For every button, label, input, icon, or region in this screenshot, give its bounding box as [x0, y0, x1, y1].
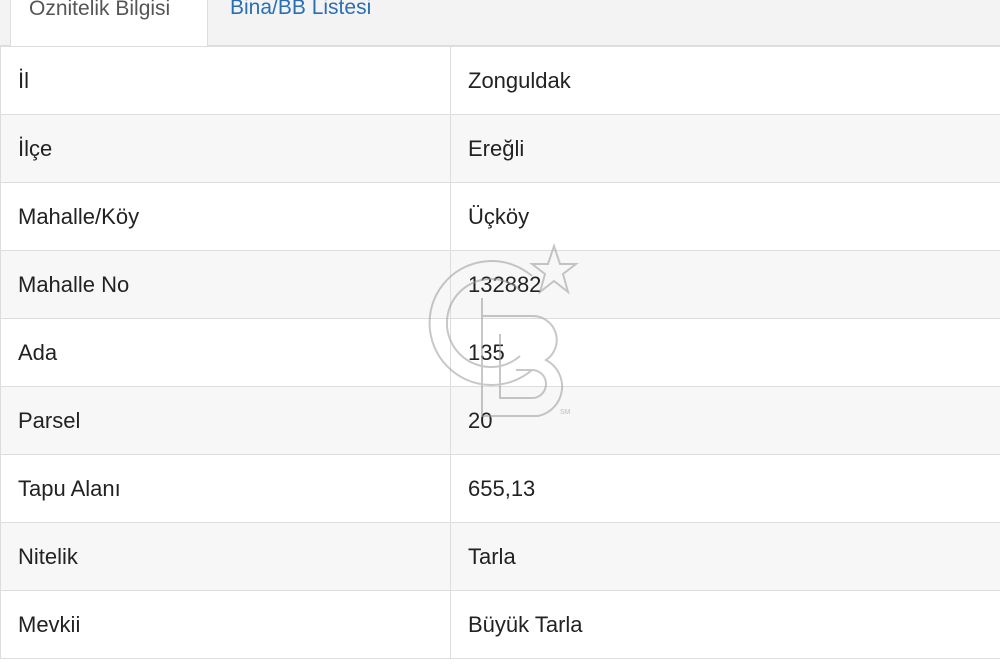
table-row: Mevkii Büyük Tarla — [0, 590, 1000, 659]
table-row: İlçe Ereğli — [0, 114, 1000, 183]
row-value-locality: Büyük Tarla — [450, 590, 1000, 659]
row-key-locality: Mevkii — [0, 590, 451, 659]
table-row: Parsel 20 — [0, 386, 1000, 455]
table-row: Mahalle No 132882 — [0, 250, 1000, 319]
row-value-parcel: 20 — [450, 386, 1000, 455]
row-value-neighborhood-no: 132882 — [450, 250, 1000, 319]
row-key-neighborhood-no: Mahalle No — [0, 250, 451, 319]
row-key-block: Ada — [0, 318, 451, 387]
row-value-deed-area: 655,13 — [450, 454, 1000, 523]
row-key-province: İl — [0, 46, 451, 115]
table-row: Nitelik Tarla — [0, 522, 1000, 591]
row-key-parcel: Parsel — [0, 386, 451, 455]
table-row: Mahalle/Köy Üçköy — [0, 182, 1000, 251]
tab-building-list[interactable]: Bina/BB Listesi — [212, 0, 389, 46]
table-row: İl Zonguldak — [0, 46, 1000, 115]
tab-attribute-info[interactable]: Öznitelik Bilgisi — [10, 0, 208, 46]
row-key-quality: Nitelik — [0, 522, 451, 591]
table-row: Tapu Alanı 655,13 — [0, 454, 1000, 523]
attribute-panel: Öznitelik Bilgisi Bina/BB Listesi İl Zon… — [0, 0, 1000, 664]
row-value-district: Ereğli — [450, 114, 1000, 183]
row-key-deed-area: Tapu Alanı — [0, 454, 451, 523]
row-value-quality: Tarla — [450, 522, 1000, 591]
row-value-neighborhood: Üçköy — [450, 182, 1000, 251]
tab-bar: Öznitelik Bilgisi Bina/BB Listesi — [0, 0, 1000, 46]
attribute-table: İl Zonguldak İlçe Ereğli Mahalle/Köy Üçk… — [0, 46, 1000, 659]
row-value-province: Zonguldak — [450, 46, 1000, 115]
row-key-neighborhood: Mahalle/Köy — [0, 182, 451, 251]
table-row: Ada 135 — [0, 318, 1000, 387]
row-value-block: 135 — [450, 318, 1000, 387]
row-key-district: İlçe — [0, 114, 451, 183]
